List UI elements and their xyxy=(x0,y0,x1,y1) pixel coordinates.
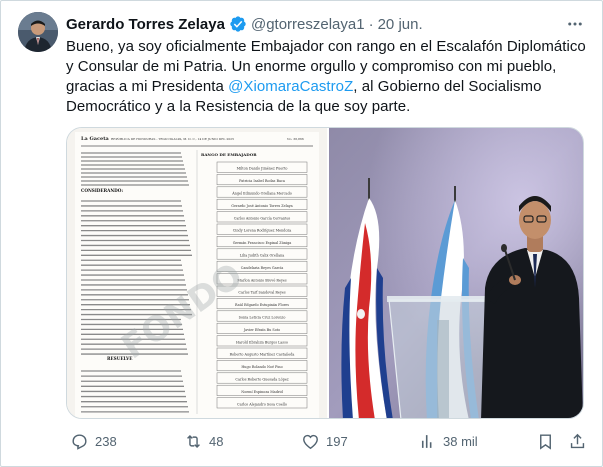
reply-count: 238 xyxy=(95,433,117,449)
verified-badge-icon xyxy=(230,16,246,32)
doc-name-entry: Gerardo José Antonio Torres Zelaya xyxy=(231,204,292,208)
doc-name-entry: Lilia Judith Calix Orellana xyxy=(240,253,285,257)
header-separator: · xyxy=(368,15,374,33)
views-button[interactable]: 38 mil xyxy=(418,432,478,451)
speech-photo xyxy=(329,128,583,418)
reply-button[interactable]: 238 xyxy=(70,432,117,451)
like-count: 197 xyxy=(326,433,348,449)
author-name[interactable]: Gerardo Torres Zelaya xyxy=(66,16,225,33)
doc-header-right: No. 36,866 xyxy=(287,137,304,141)
avatar-image xyxy=(18,12,58,52)
doc-name-entry: Milton Danilo Jiménez Puerto xyxy=(237,167,288,171)
doc-name-entry: Ángel Edmundo Orellana Mercado xyxy=(231,190,292,195)
like-button[interactable]: 197 xyxy=(301,432,348,451)
share-button[interactable] xyxy=(568,432,587,451)
gazette-document: La Gaceta REPÚBLICA DE HONDURAS - TEGUCI… xyxy=(67,128,327,418)
doc-name-entry: Germán Francisco Espinal Zúniga xyxy=(233,240,292,245)
retweet-count: 48 xyxy=(209,433,224,449)
doc-header-center: REPÚBLICA DE HONDURAS - TEGUCIGALPA, M. … xyxy=(111,136,234,141)
media-photo[interactable] xyxy=(327,128,583,418)
share-icon xyxy=(570,433,585,448)
heart-icon xyxy=(303,434,318,449)
retweet-button[interactable]: 48 xyxy=(184,432,223,451)
more-options-icon xyxy=(568,22,582,26)
doc-name-entry: Hugo Rolando Noé Pino xyxy=(241,365,282,369)
avatar[interactable] xyxy=(18,12,58,52)
author-handle[interactable]: @gtorreszelaya1 xyxy=(251,16,365,33)
bookmark-icon xyxy=(540,433,551,450)
doc-name-entry: Javier Efraín Bu Soto xyxy=(243,328,280,332)
doc-name-entry: Carlos Antonio García Cervantes xyxy=(234,216,291,220)
doc-name-entry: Candelaria Reyes García xyxy=(241,266,284,270)
more-options-button[interactable] xyxy=(565,14,585,34)
doc-name-entry: Sonia Leticia Cruz Lorenzo xyxy=(239,315,286,319)
doc-header-left: La Gaceta xyxy=(81,136,110,142)
doc-name-entry: Noemí Espinoza Madrid xyxy=(241,390,283,394)
tweet-media[interactable]: La Gaceta REPÚBLICA DE HONDURAS - TEGUCI… xyxy=(66,127,584,419)
views-count: 38 mil xyxy=(443,433,478,449)
doc-name-entry: Raúl Edgardo Estupinán Flores xyxy=(235,302,289,307)
doc-name-entry: Harold Ebrahim Burgos Lasso xyxy=(236,340,288,344)
mention-link[interactable]: @XiomaraCastroZ xyxy=(228,78,353,95)
doc-name-entry: Patricia Isabel Rodas Baca xyxy=(239,179,285,183)
retweet-icon xyxy=(187,434,200,448)
media-document-image[interactable]: La Gaceta REPÚBLICA DE HONDURAS - TEGUCI… xyxy=(67,128,327,418)
bookmark-button[interactable] xyxy=(536,432,555,451)
doc-considerando: CONSIDERANDO: xyxy=(81,188,123,193)
action-bar: 238 48 197 38 mil xyxy=(66,428,588,454)
tweet-header: Gerardo Torres Zelaya @gtorreszelaya1 · … xyxy=(66,14,423,34)
doc-name-entry: Roberto Augusto Martínez Castañeda xyxy=(230,353,295,357)
doc-name-entry: Cindy Lorena Rodríguez Mendoza xyxy=(233,229,292,233)
tweet-date[interactable]: 20 jun. xyxy=(378,16,423,33)
views-bar-icon xyxy=(421,434,432,448)
doc-right-heading: RANGO DE EMBAJADOR xyxy=(201,152,257,157)
doc-name-entry: Carlos Alejandro Sosa Coello xyxy=(237,402,287,406)
doc-name-entry: Carlos Roberto Quesada López xyxy=(235,377,289,381)
tweet-text: Bueno, ya soy oficialmente Embajador con… xyxy=(66,37,588,117)
doc-resuelve: RESUELVE xyxy=(107,356,132,361)
reply-icon xyxy=(72,433,87,450)
